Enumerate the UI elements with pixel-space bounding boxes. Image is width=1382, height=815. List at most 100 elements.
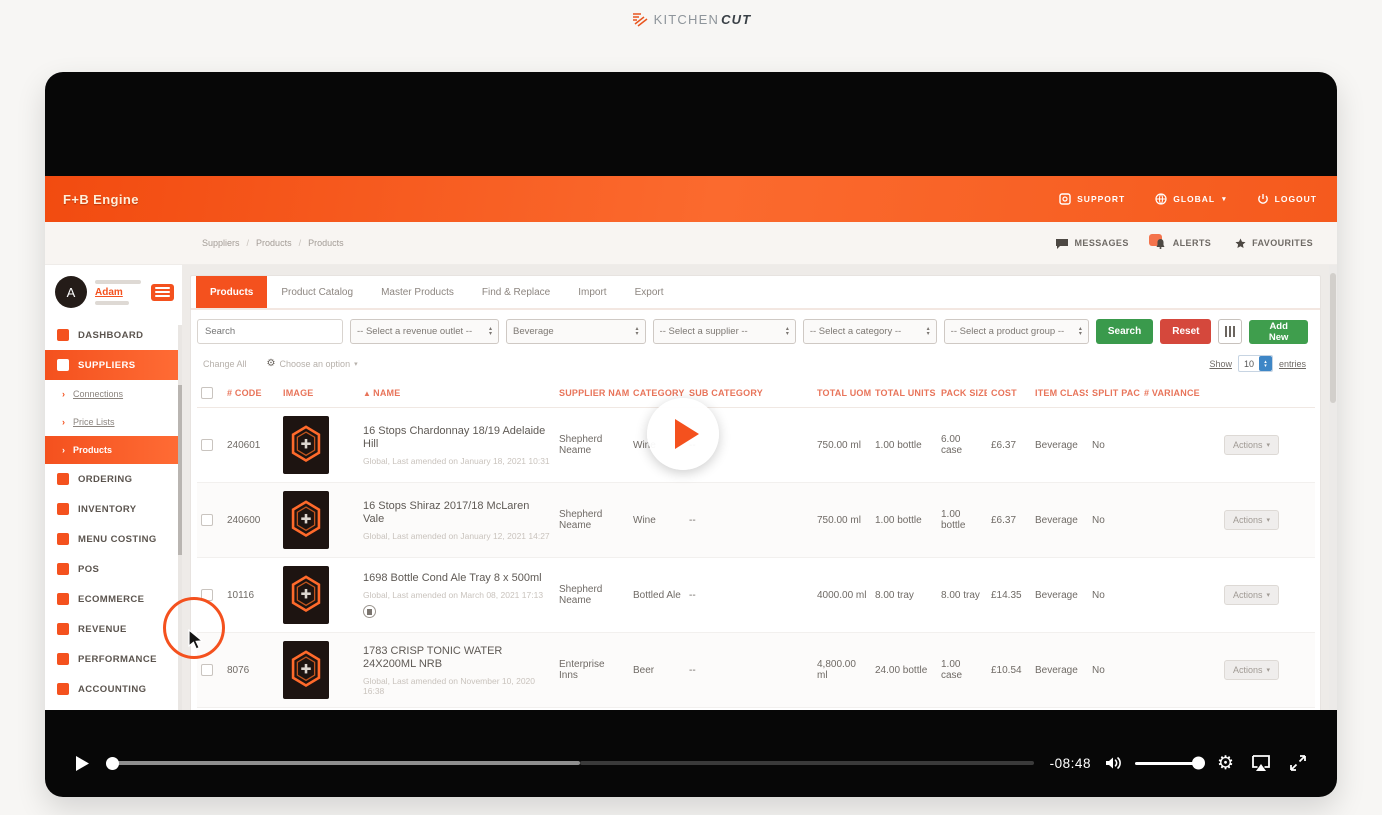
- tab-products[interactable]: Products: [196, 276, 267, 308]
- actions-button[interactable]: Actions▾: [1224, 585, 1279, 605]
- sidebar-item-ecommerce[interactable]: ECOMMERCE: [45, 584, 182, 614]
- sidebar-item-dashboard[interactable]: DASHBOARD: [45, 320, 182, 350]
- settings-gear-icon[interactable]: ⚙: [1217, 754, 1234, 773]
- alerts-button[interactable]: ALERTS: [1153, 237, 1211, 250]
- actions-button[interactable]: Actions▾: [1224, 510, 1279, 530]
- seek-bar[interactable]: [108, 756, 1034, 770]
- add-new-button[interactable]: Add New: [1249, 320, 1308, 344]
- sidebar-item-team[interactable]: TEAM: [45, 704, 182, 710]
- pos-icon: [57, 563, 69, 575]
- product-name[interactable]: 1783 CRISP TONIC WATER 24X200ML NRB: [363, 645, 551, 671]
- item-class-select[interactable]: Beverage: [506, 319, 646, 344]
- seek-thumb[interactable]: [106, 757, 119, 770]
- tab-master-products[interactable]: Master Products: [367, 276, 468, 308]
- row-checkbox[interactable]: [201, 514, 213, 526]
- category-select[interactable]: -- Select a category --: [803, 319, 937, 344]
- col-split-pack[interactable]: SPLIT PACK: [1088, 379, 1140, 408]
- product-image[interactable]: [283, 641, 329, 699]
- cell-total-uom: 4000.00 ml: [813, 558, 871, 633]
- product-name[interactable]: 16 Stops Shiraz 2017/18 McLaren Vale: [363, 500, 551, 526]
- tab-import[interactable]: Import: [564, 276, 620, 308]
- col-total-units[interactable]: TOTAL UNITS: [871, 379, 937, 408]
- logout-label: LOGOUT: [1275, 194, 1317, 204]
- volume-thumb[interactable]: [1192, 757, 1205, 770]
- cell-total-uom: 4,800.00 ml: [813, 633, 871, 708]
- breadcrumb-products-1[interactable]: Products: [256, 238, 292, 248]
- page-scrollbar[interactable]: [1329, 265, 1337, 710]
- breadcrumb-suppliers[interactable]: Suppliers: [202, 238, 240, 248]
- reset-button[interactable]: Reset: [1160, 319, 1211, 344]
- col-name[interactable]: ▲NAME: [359, 379, 555, 408]
- col-sub-category[interactable]: SUB CATEGORY: [685, 379, 813, 408]
- chevron-down-icon: ▾: [1267, 666, 1271, 674]
- support-button[interactable]: SUPPORT: [1059, 193, 1125, 205]
- row-checkbox[interactable]: [201, 439, 213, 451]
- sidebar-item-performance[interactable]: PERFORMANCE: [45, 644, 182, 674]
- global-button[interactable]: GLOBAL ▾: [1155, 193, 1226, 205]
- video-player[interactable]: F+B Engine SUPPORT GLOBAL ▾ LOGOUT Su: [45, 72, 1337, 797]
- sidebar-item-products[interactable]: ›Products: [45, 436, 182, 464]
- inventory-icon: [57, 503, 69, 515]
- sidebar-toggle-button[interactable]: [151, 284, 174, 301]
- product-name[interactable]: 1698 Bottle Cond Ale Tray 8 x 500ml: [363, 572, 551, 585]
- fullscreen-button[interactable]: [1289, 754, 1307, 772]
- product-name[interactable]: 16 Stops Chardonnay 18/19 Adelaide Hill: [363, 425, 551, 451]
- col-pack-size[interactable]: PACK SIZE: [937, 379, 987, 408]
- logout-button[interactable]: LOGOUT: [1257, 193, 1317, 205]
- sidebar-item-menu-costing[interactable]: MENU COSTING: [45, 524, 182, 554]
- user-name-link[interactable]: Adam: [95, 287, 143, 298]
- global-label: GLOBAL: [1173, 194, 1215, 204]
- seek-loaded: [108, 761, 580, 765]
- bulk-action-dropdown[interactable]: Choose an option▾: [267, 358, 358, 369]
- airplay-button[interactable]: [1251, 755, 1271, 772]
- big-play-button[interactable]: [647, 398, 719, 470]
- cell-sub-category: --: [685, 558, 813, 633]
- search-button[interactable]: Search: [1096, 319, 1153, 344]
- product-group-select[interactable]: -- Select a product group --: [944, 319, 1089, 344]
- sidebar-item-price-lists[interactable]: ›Price Lists: [45, 408, 182, 436]
- product-image[interactable]: [283, 566, 329, 624]
- col-variance[interactable]: # VARIANCE: [1140, 379, 1220, 408]
- sidebar-item-inventory[interactable]: INVENTORY: [45, 494, 182, 524]
- sidebar-item-accounting[interactable]: ACCOUNTING: [45, 674, 182, 704]
- favourites-button[interactable]: FAVOURITES: [1235, 238, 1313, 249]
- volume-slider[interactable]: [1135, 762, 1199, 765]
- tab-find-replace[interactable]: Find & Replace: [468, 276, 564, 308]
- toggle-columns-button[interactable]: [1218, 319, 1242, 344]
- col-supplier-name[interactable]: SUPPLIER NAME: [555, 379, 629, 408]
- select-all-checkbox[interactable]: [201, 387, 213, 399]
- cell-sub-category: --: [685, 483, 813, 558]
- cell-item-class: Beverage: [1031, 633, 1088, 708]
- cell-split-pack: No: [1088, 558, 1140, 633]
- select-caret-icon: [484, 327, 492, 337]
- col-total-uom[interactable]: TOTAL UOM: [813, 379, 871, 408]
- actions-button[interactable]: Actions▾: [1224, 660, 1279, 680]
- search-input[interactable]: [197, 319, 343, 344]
- revenue-outlet-select[interactable]: -- Select a revenue outlet --: [350, 319, 499, 344]
- product-image[interactable]: [283, 491, 329, 549]
- supplier-select[interactable]: -- Select a supplier --: [653, 319, 796, 344]
- sidebar-item-connections[interactable]: ›Connections: [45, 380, 182, 408]
- sidebar-item-suppliers[interactable]: SUPPLIERS: [45, 350, 182, 380]
- play-button[interactable]: [75, 755, 90, 772]
- sidebar-item-ordering[interactable]: ORDERING: [45, 464, 182, 494]
- kitchen-cut-logo-icon: [631, 10, 649, 28]
- sidebar-item-revenue[interactable]: REVENUE: [45, 614, 182, 644]
- avatar[interactable]: A: [55, 276, 87, 308]
- col-item-class[interactable]: ITEM CLASS: [1031, 379, 1088, 408]
- tab-product-catalog[interactable]: Product Catalog: [267, 276, 367, 308]
- tab-export[interactable]: Export: [621, 276, 678, 308]
- change-all-link[interactable]: Change All: [203, 359, 247, 369]
- col-cost[interactable]: COST: [987, 379, 1031, 408]
- col-code[interactable]: # CODE: [223, 379, 279, 408]
- actions-button[interactable]: Actions▾: [1224, 435, 1279, 455]
- sidebar-item-pos[interactable]: POS: [45, 554, 182, 584]
- product-image[interactable]: [283, 416, 329, 474]
- cell-total-units: 24.00 bottle: [871, 633, 937, 708]
- page-size-select[interactable]: 10: [1238, 355, 1273, 372]
- time-remaining: -08:48: [1050, 756, 1091, 771]
- messages-button[interactable]: MESSAGES: [1055, 238, 1129, 249]
- row-checkbox[interactable]: [201, 664, 213, 676]
- chevron-right-icon: ›: [62, 417, 65, 427]
- volume-button[interactable]: [1105, 756, 1123, 770]
